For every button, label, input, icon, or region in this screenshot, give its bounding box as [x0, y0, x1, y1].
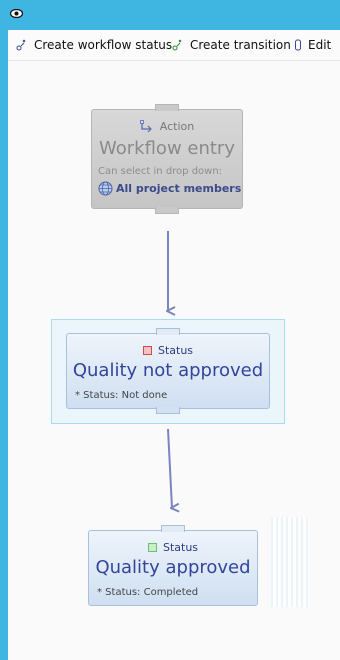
node-title: Quality approved: [95, 557, 251, 578]
create-transition-label: Create transition: [190, 38, 291, 52]
drop-preview: [271, 517, 309, 607]
node-kind-label: Status: [157, 344, 194, 357]
status-color-icon: [147, 543, 157, 552]
node-hint: Can select in drop down:: [98, 166, 223, 177]
node-kind-row: Action: [92, 120, 242, 133]
create-workflow-status-button[interactable]: Create workflow status: [16, 30, 172, 60]
node-title: Workflow entry: [99, 138, 235, 159]
edit-icon: [295, 39, 301, 51]
node-kind-row: Status: [67, 344, 269, 357]
edit-button[interactable]: Edit: [294, 30, 331, 60]
globe-icon: [98, 181, 113, 196]
node-kind-label: Status: [162, 541, 199, 554]
node-title: Quality not approved: [72, 360, 264, 381]
action-icon: [139, 120, 152, 133]
project-members-link[interactable]: All project members: [98, 181, 241, 196]
create-transition-button[interactable]: Create transition: [172, 30, 291, 60]
project-members-label: All project members: [116, 182, 242, 195]
node-status-detail: * Status: Not done: [75, 390, 168, 401]
node-status-detail: * Status: Completed: [97, 587, 199, 598]
create-workflow-status-label: Create workflow status: [34, 38, 173, 52]
status-color-icon: [142, 346, 152, 355]
node-connector-top: [161, 525, 185, 532]
status-node-quality-approved[interactable]: Status Quality approved * Status: Comple…: [88, 525, 258, 606]
node-connector-bottom: [156, 407, 180, 414]
window-title-bar: [0, 0, 340, 30]
node-kind-label: Action: [159, 120, 195, 133]
eye-icon[interactable]: [10, 9, 23, 18]
node-connector-bottom: [155, 207, 179, 214]
create-status-icon: [16, 39, 26, 51]
left-accent-bar: [0, 30, 8, 660]
edit-label: Edit: [308, 38, 332, 52]
workflow-entry-node[interactable]: Action Workflow entry Can select in drop…: [91, 104, 243, 214]
node-kind-row: Status: [89, 541, 257, 554]
node-connector-top: [155, 104, 179, 111]
node-connector-top: [156, 328, 180, 335]
status-node-quality-not-approved[interactable]: Status Quality not approved * Status: No…: [66, 328, 270, 414]
toolbar: Create workflow status Create transition…: [8, 30, 340, 61]
create-transition-icon: [172, 39, 182, 51]
